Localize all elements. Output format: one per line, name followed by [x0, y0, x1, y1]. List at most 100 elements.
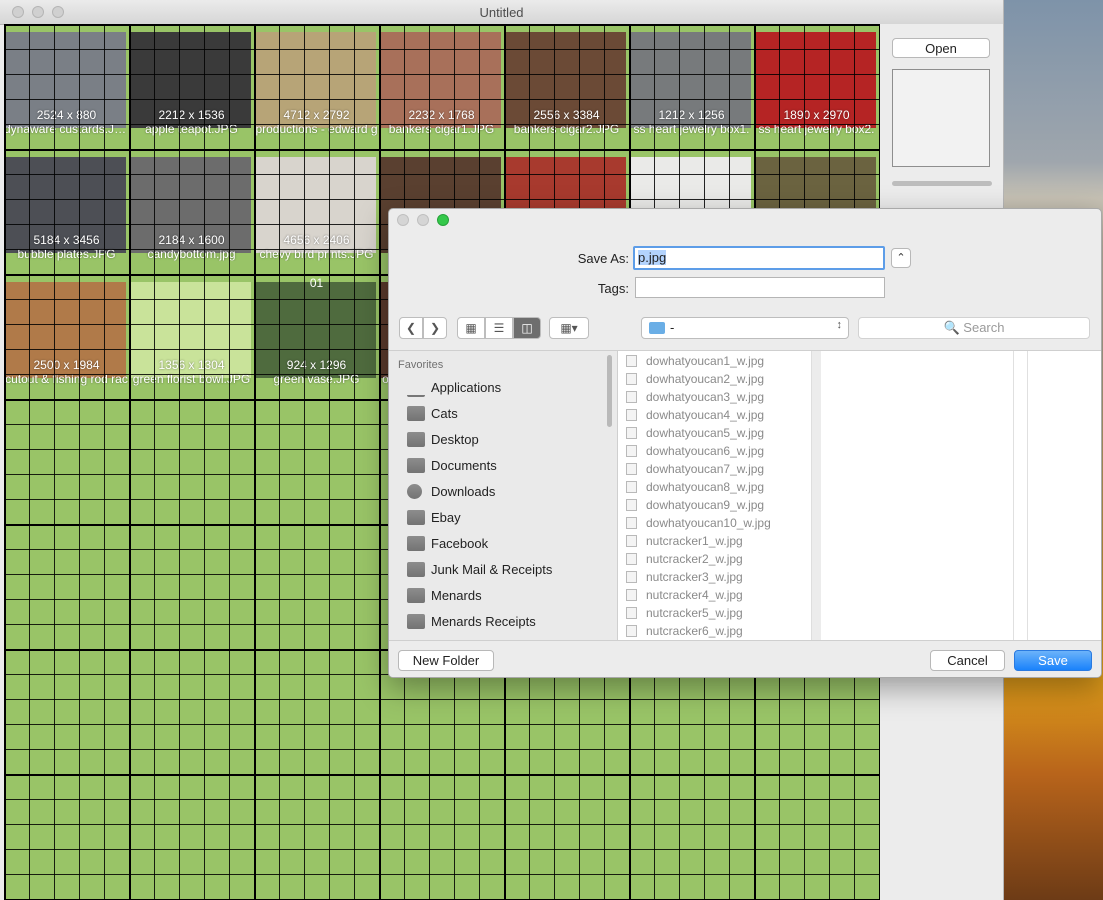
file-item[interactable]: nutcracker6_w.jpg	[618, 622, 808, 640]
sidebar-item-label: Junk Mail & Receipts	[431, 562, 553, 577]
image-cell[interactable]: 4712 x 2792 productions - edward g	[254, 24, 379, 143]
file-column-scrollbar[interactable]	[811, 355, 812, 405]
column-view-button[interactable]: ◫	[513, 317, 541, 339]
file-item[interactable]: dowhatyoucan2_w.jpg	[618, 370, 808, 388]
column-divider[interactable]	[1013, 351, 1014, 641]
file-item[interactable]: nutcracker3_w.jpg	[618, 568, 808, 586]
image-file-icon	[626, 409, 637, 421]
file-name: dowhatyoucan9_w.jpg	[646, 498, 765, 512]
image-file-icon	[626, 391, 637, 403]
applications-icon	[407, 380, 425, 397]
tags-field[interactable]	[635, 277, 885, 298]
file-item[interactable]: nutcracker4_w.jpg	[618, 586, 808, 604]
image-dimensions: 2212 x 1536	[158, 108, 225, 122]
sidebar: Favorites Applications Cats Desktop Documen…	[389, 351, 618, 641]
sidebar-item-label: Downloads	[431, 484, 496, 499]
image-filename: ss heart jewelry box1.	[633, 122, 750, 136]
image-cell[interactable]: 2500 x 1984 cutout & fishing rod rac	[4, 268, 129, 393]
file-item[interactable]: dowhatyoucan8_w.jpg	[618, 478, 808, 496]
image-dimensions: 1356 x 1304	[158, 358, 225, 372]
file-name: dowhatyoucan1_w.jpg	[646, 354, 765, 368]
file-name: dowhatyoucan6_w.jpg	[646, 444, 765, 458]
file-item[interactable]: nutcracker2_w.jpg	[618, 550, 808, 568]
sidebar-item-label: Applications	[431, 380, 502, 395]
image-dimensions: 5184 x 3456	[33, 233, 100, 247]
file-name: nutcracker2_w.jpg	[646, 552, 743, 566]
image-cell[interactable]: 2184 x 1600 candybottom.jpg	[129, 143, 254, 268]
sidebar-item[interactable]: Applications	[407, 377, 607, 399]
file-name: dowhatyoucan5_w.jpg	[646, 426, 765, 440]
chevron-up-icon: ⌃	[896, 252, 906, 264]
location-popup[interactable]: - ↕	[641, 317, 849, 339]
file-item[interactable]: dowhatyoucan7_w.jpg	[618, 460, 808, 478]
image-file-icon	[626, 499, 637, 511]
chevron-left-icon: ❮	[405, 321, 417, 335]
new-folder-button[interactable]: New Folder	[398, 650, 494, 671]
sidebar-item[interactable]: Documents	[407, 455, 607, 477]
back-button[interactable]: ❮	[399, 317, 423, 339]
sidebar-item[interactable]: Menards	[407, 585, 607, 607]
dialog-minimize-button[interactable]	[417, 214, 429, 226]
file-item[interactable]: dowhatyoucan4_w.jpg	[618, 406, 808, 424]
image-cell[interactable]: 4656 x 2406 chevy bird prints.JPG	[254, 143, 379, 268]
column-divider[interactable]	[1027, 351, 1028, 641]
sidebar-item[interactable]: Cats	[407, 403, 607, 425]
image-filename: dynaware custards.JPG	[4, 122, 129, 136]
image-filename: green vase.JPG	[273, 372, 360, 386]
sidebar-item[interactable]: Menards Receipts	[407, 611, 607, 633]
file-column: nutcracker6_w.jpg nutcracker5_w.jpg nutcra…	[618, 351, 812, 641]
expand-dialog-button[interactable]: ⌃	[891, 248, 911, 268]
image-dimensions: 2184 x 1600	[158, 233, 225, 247]
image-file-icon	[626, 355, 637, 367]
image-cell[interactable]: 2212 x 1536 apple teapot.JPG	[129, 24, 254, 143]
file-item[interactable]: nutcracker1_w.jpg	[618, 532, 808, 550]
arrange-menu-button[interactable]: ▦▾	[549, 317, 589, 339]
image-dimensions: 1890 x 2970	[783, 108, 850, 122]
file-item[interactable]: dowhatyoucan5_w.jpg	[618, 424, 808, 442]
forward-button[interactable]: ❯	[423, 317, 447, 339]
image-cell[interactable]: 5184 x 3456 bubble plates.JPG	[4, 143, 129, 268]
image-cell[interactable]: 01 924 x 1296 green vase.JPG	[254, 268, 379, 393]
file-item[interactable]: dowhatyoucan9_w.jpg	[618, 496, 808, 514]
image-filename: cutout & fishing rod rac	[5, 372, 128, 386]
image-file-icon	[626, 427, 637, 439]
file-item[interactable]: dowhatyoucan6_w.jpg	[618, 442, 808, 460]
dialog-close-button[interactable]	[397, 214, 409, 226]
image-file-icon	[626, 553, 637, 565]
cancel-button[interactable]: Cancel	[930, 650, 1005, 671]
file-name: dowhatyoucan10_w.jpg	[646, 516, 771, 530]
file-item[interactable]: dowhatyoucan1_w.jpg	[618, 352, 808, 370]
image-cell[interactable]: 1356 x 1304 green florist bowl.JPG	[129, 268, 254, 393]
open-button[interactable]: Open	[892, 38, 990, 58]
image-dimensions: 4656 x 2406	[283, 233, 350, 247]
save-as-label: Save As:	[577, 251, 629, 266]
file-item[interactable]: dowhatyoucan10_w.jpg	[618, 514, 808, 532]
dialog-zoom-button[interactable]	[437, 214, 449, 226]
file-name: nutcracker5_w.jpg	[646, 606, 743, 620]
sidebar-item[interactable]: Ebay	[407, 507, 607, 529]
image-cell[interactable]: 2524 x 880 dynaware custards.JPG	[4, 24, 129, 143]
image-cell[interactable]: 1212 x 1256 ss heart jewelry box1.	[629, 24, 754, 143]
image-cell[interactable]: 2556 x 3384 bankers cigar2.JPG	[504, 24, 629, 143]
sidebar-scrollbar[interactable]	[607, 355, 612, 427]
file-item[interactable]: dowhatyoucan3_w.jpg	[618, 388, 808, 406]
image-dimensions: 1212 x 1256	[658, 108, 725, 122]
sidebar-item[interactable]: Downloads	[407, 481, 607, 503]
save-button[interactable]: Save	[1014, 650, 1092, 671]
file-item[interactable]: nutcracker5_w.jpg	[618, 604, 808, 622]
empty-column	[821, 351, 1101, 641]
preview-box	[892, 69, 990, 167]
file-name: dowhatyoucan3_w.jpg	[646, 390, 765, 404]
image-cell[interactable]: 1890 x 2970 ss heart jewelry box2.	[754, 24, 879, 143]
search-field[interactable]: 🔍 Search	[858, 317, 1090, 339]
sidebar-item[interactable]: Facebook	[407, 533, 607, 555]
image-cell[interactable]: 2232 x 1768 bankers cigar1.JPG	[379, 24, 504, 143]
grid-arrange-icon: ▦▾	[560, 321, 578, 335]
list-view-button[interactable]: ☰	[485, 317, 513, 339]
save-as-field[interactable]: p.jpg	[633, 246, 885, 270]
sidebar-item[interactable]: Junk Mail & Receipts	[407, 559, 607, 581]
title-bar[interactable]: Untitled	[0, 0, 1003, 25]
icon-view-button[interactable]: ▦	[457, 317, 485, 339]
image-file-icon	[626, 517, 637, 529]
sidebar-item[interactable]: Desktop	[407, 429, 607, 451]
